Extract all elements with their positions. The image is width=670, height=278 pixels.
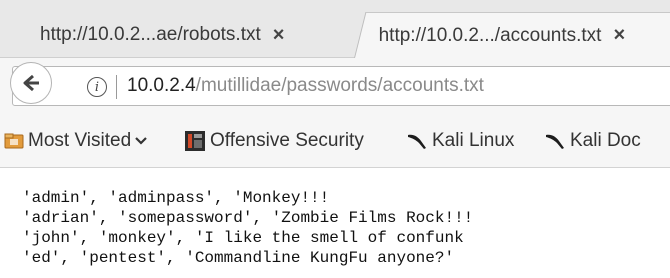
tab-label: http://10.0.2.../accounts.txt — [378, 24, 602, 46]
text-line: 'admin', 'adminpass', 'Monkey!!! — [22, 189, 330, 207]
bookmark-label: Kali Linux — [432, 130, 515, 151]
bookmark-label: Most Visited — [28, 130, 132, 151]
tab-label: http://10.0.2...ae/robots.txt — [40, 24, 261, 45]
info-icon[interactable]: i — [87, 77, 107, 97]
offsec-icon — [184, 130, 206, 152]
tab-accounts[interactable]: http://10.0.2.../accounts.txt × — [354, 12, 670, 58]
back-arrow-icon — [23, 74, 39, 92]
url-host: 10.0.2.4 — [127, 75, 196, 96]
close-icon[interactable]: × — [613, 24, 625, 47]
bookmark-label: Offensive Security — [210, 130, 364, 151]
navigation-bar: i 10.0.2.4/mutillidae/passwords/accounts… — [0, 58, 670, 116]
bookmark-kali-doc[interactable]: Kali Doc — [544, 130, 641, 152]
url-text[interactable]: 10.0.2.4/mutillidae/passwords/accounts.t… — [127, 75, 484, 97]
back-button[interactable] — [10, 62, 52, 104]
bookmark-offensive-security[interactable]: Offensive Security — [184, 130, 364, 152]
bookmarks-toolbar: Most Visited Offensive Security Kali Lin… — [0, 116, 670, 168]
kali-icon — [406, 131, 428, 151]
text-line: 'adrian', 'somepassword', 'Zombie Films … — [22, 209, 474, 227]
chevron-down-icon — [135, 136, 147, 146]
text-line: 'ed', 'pentest', 'Commandline KungFu any… — [22, 249, 455, 267]
url-bar[interactable]: i 10.0.2.4/mutillidae/passwords/accounts… — [12, 66, 670, 106]
bookmark-most-visited[interactable]: Most Visited — [4, 130, 151, 152]
tab-robots[interactable]: http://10.0.2...ae/robots.txt × — [22, 12, 362, 58]
kali-icon — [544, 131, 566, 151]
url-path: /mutillidae/passwords/accounts.txt — [195, 75, 484, 96]
page-content: 'admin', 'adminpass', 'Monkey!!! 'adrian… — [22, 188, 473, 268]
url-separator — [116, 75, 117, 99]
folder-icon — [4, 132, 24, 150]
text-line: 'john', 'monkey', 'I like the smell of c… — [22, 229, 464, 247]
bookmark-label: Kali Doc — [570, 130, 641, 151]
tab-strip: http://10.0.2...ae/robots.txt × http://1… — [0, 0, 670, 58]
bookmark-kali-linux[interactable]: Kali Linux — [406, 130, 514, 152]
close-icon[interactable]: × — [273, 24, 285, 47]
